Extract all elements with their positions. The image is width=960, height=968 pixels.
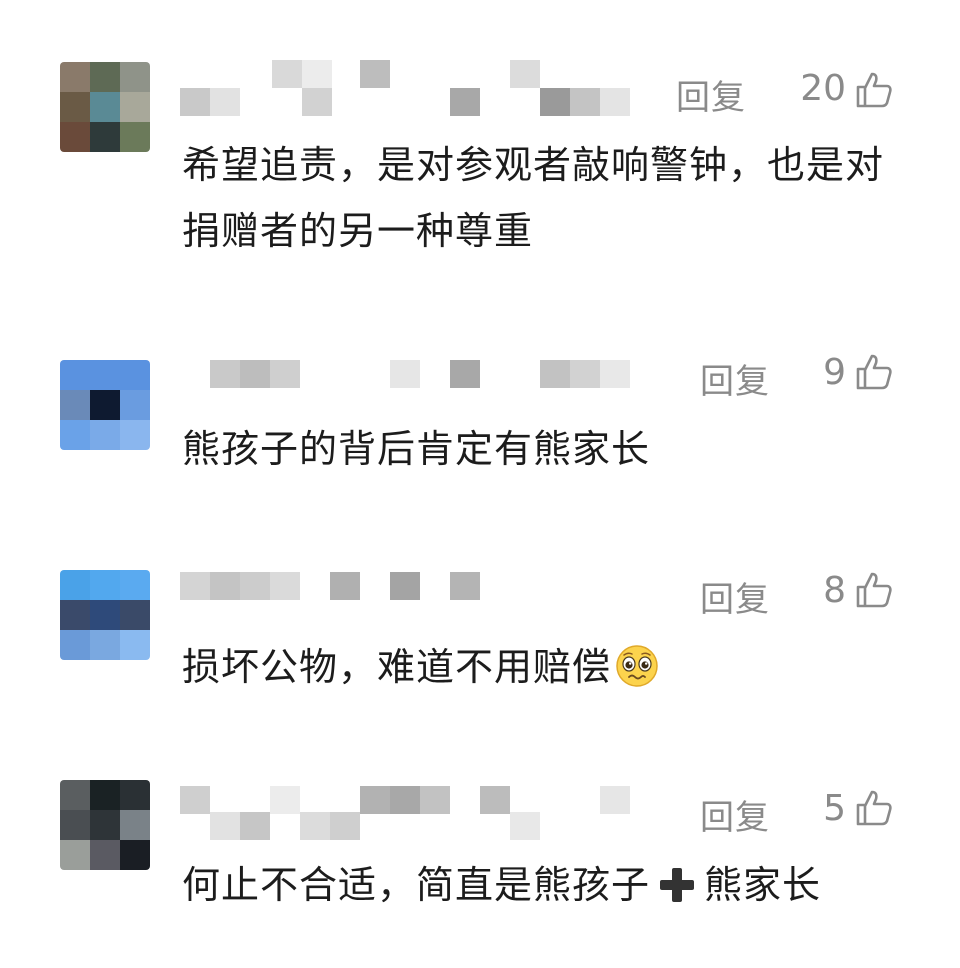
avatar-tile (90, 62, 120, 92)
avatar-tile (60, 600, 90, 630)
avatar-tile (120, 810, 150, 840)
avatar[interactable] (60, 570, 150, 660)
avatar-tile (120, 780, 150, 810)
avatar-tile (120, 600, 150, 630)
thumbs-up-icon[interactable] (854, 570, 894, 610)
thumbs-up-icon[interactable] (854, 352, 894, 392)
avatar-tile (60, 122, 90, 152)
username-pixelated[interactable] (180, 782, 640, 842)
avatar-tile (90, 630, 120, 660)
avatar[interactable] (60, 360, 150, 450)
avatar-tile (90, 420, 120, 450)
reply-button[interactable]: 回复 (700, 790, 770, 839)
thumbs-up-icon[interactable] (854, 70, 894, 110)
avatar-tile (60, 810, 90, 840)
reply-button[interactable]: 回复 (700, 354, 770, 403)
pleading-face-icon (616, 645, 658, 687)
avatar-tile (120, 420, 150, 450)
comment-text: 损坏公物，难道不用赔偿 (182, 634, 922, 700)
avatar-tile (90, 780, 120, 810)
avatar-tile (60, 390, 90, 420)
reply-button[interactable]: 回复 (676, 70, 746, 119)
username-pixelated[interactable] (180, 60, 640, 120)
comment-text: 熊孩子的背后肯定有熊家长 (182, 427, 651, 471)
like-count: 8 (823, 570, 846, 611)
like-count: 20 (800, 68, 846, 109)
avatar-tile (60, 360, 90, 390)
avatar-tile (120, 570, 150, 600)
avatar-tile (90, 92, 120, 122)
avatar-tile (60, 780, 90, 810)
avatar-tile (90, 600, 120, 630)
avatar-tile (90, 810, 120, 840)
avatar-tile (120, 390, 150, 420)
avatar-tile (60, 570, 90, 600)
avatar-tile (120, 630, 150, 660)
avatar-tile (90, 840, 120, 870)
avatar[interactable] (60, 62, 150, 152)
comment-text: 希望追责，是对参观者敲响警钟，也是对捐赠者的另一种尊重 (182, 143, 885, 253)
avatar-tile (90, 570, 120, 600)
avatar-tile (120, 840, 150, 870)
avatar-tile (60, 92, 90, 122)
comment-text-tail: 熊家长 (704, 863, 822, 907)
avatar-tile (90, 360, 120, 390)
thumbs-up-icon[interactable] (854, 788, 894, 828)
username-pixelated[interactable] (180, 568, 640, 628)
comment-text-body: 损坏公物，难道不用赔偿 (182, 645, 612, 689)
reply-button[interactable]: 回复 (700, 572, 770, 621)
heavy-plus-icon (660, 868, 695, 902)
comment-text-body: 何止不合适，简直是熊孩子 (182, 863, 651, 907)
comment-text: 何止不合适，简直是熊孩子 熊家长 (182, 852, 922, 918)
avatar-tile (120, 122, 150, 152)
username-pixelated[interactable] (180, 352, 640, 412)
avatar-tile (120, 62, 150, 92)
avatar-tile (60, 420, 90, 450)
avatar-tile (60, 630, 90, 660)
like-count: 5 (823, 788, 846, 829)
avatar-tile (60, 62, 90, 92)
avatar-tile (90, 390, 120, 420)
avatar-tile (120, 92, 150, 122)
avatar-tile (60, 840, 90, 870)
avatar-tile (90, 122, 120, 152)
avatar[interactable] (60, 780, 150, 870)
like-count: 9 (823, 352, 846, 393)
avatar-tile (120, 360, 150, 390)
